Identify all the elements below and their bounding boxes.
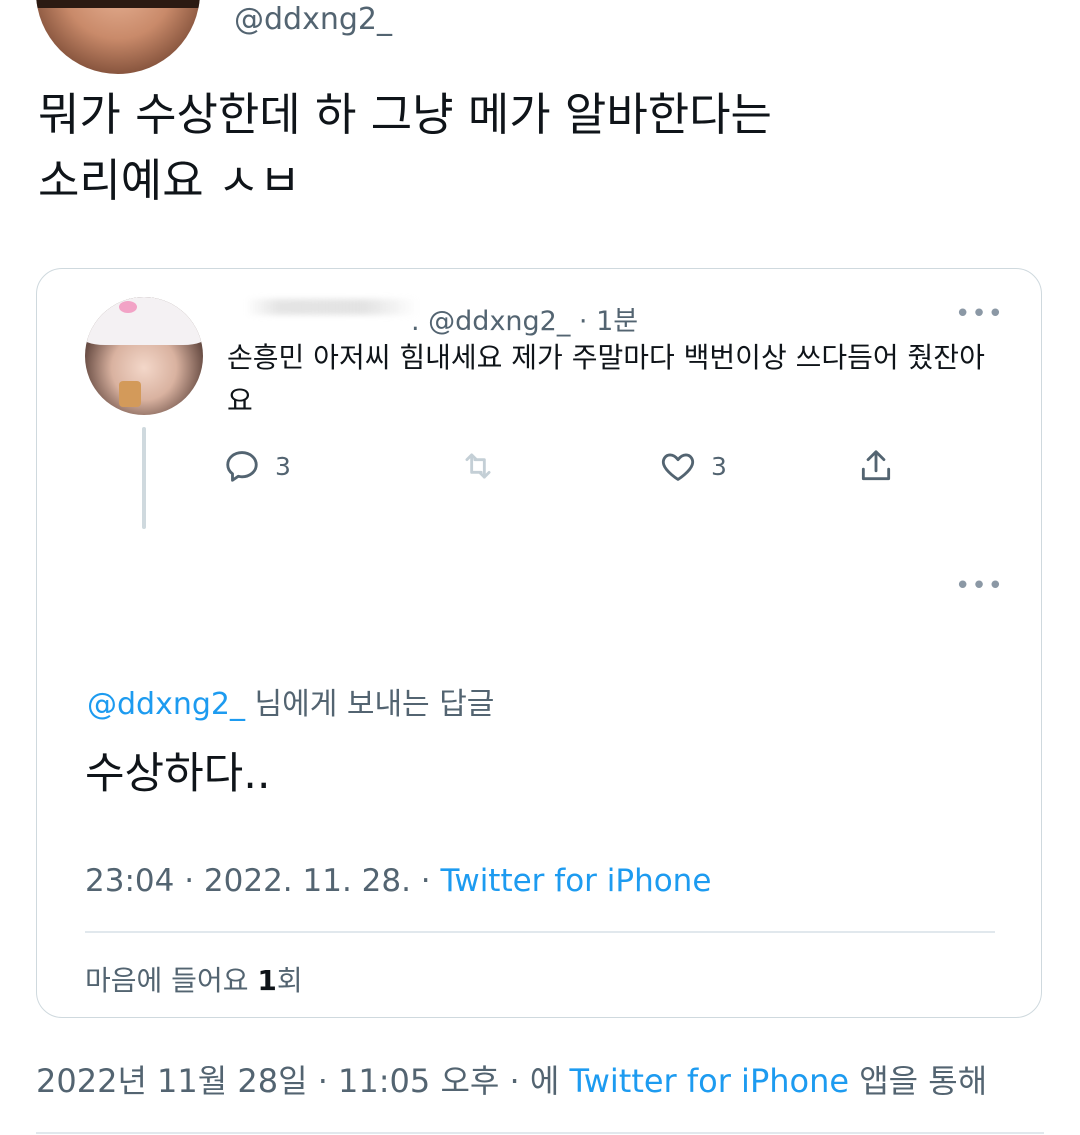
like-icon bbox=[661, 453, 695, 481]
likes-suffix: 회 bbox=[276, 964, 303, 997]
footer-suffix: 앱을 통해 bbox=[849, 1062, 988, 1100]
share-button[interactable] bbox=[857, 443, 895, 489]
divider bbox=[85, 931, 995, 933]
reply-to-suffix: 님에게 보내는 답글 bbox=[244, 687, 495, 722]
share-icon bbox=[861, 450, 891, 481]
quoted-timestamp: 23:04 · 2022. 11. 28. · Twitter for iPho… bbox=[85, 863, 711, 899]
quoted-author-avatar[interactable] bbox=[85, 297, 203, 415]
replying-to: @ddxng2_ 님에게 보내는 답글 bbox=[87, 679, 494, 723]
reply-button[interactable]: 3 bbox=[223, 443, 291, 489]
retweet-icon bbox=[465, 453, 491, 479]
divider bbox=[36, 1132, 1044, 1134]
reply-icon bbox=[226, 451, 258, 482]
author-handle[interactable]: @ddxng2_ bbox=[234, 2, 392, 37]
author-avatar[interactable] bbox=[36, 0, 200, 74]
reply-count: 3 bbox=[275, 451, 291, 481]
quoted-tweet-text: 손흥민 아저씨 힘내세요 제가 주말마다 백번이상 쓰다듬어 줬잔아요 bbox=[227, 341, 985, 417]
embedded-tweet-screenshot[interactable]: . @ddxng2_ · 1분 ••• 손흥민 아저씨 힘내세요 제가 주말마다… bbox=[36, 268, 1042, 1018]
avatar-snack bbox=[119, 381, 141, 407]
tweet-date: 2022년 11월 28일 · 11:05 오후 · 에 bbox=[36, 1062, 570, 1100]
quoted-meta: . @ddxng2_ · 1분 bbox=[411, 306, 639, 337]
retweet-button[interactable] bbox=[459, 443, 497, 489]
tweet-timestamp: 2022년 11월 28일 · 11:05 오후 · 에 Twitter for… bbox=[36, 1056, 987, 1102]
likes-prefix: 마음에 들어요 bbox=[85, 964, 258, 997]
reply-mention-link[interactable]: @ddxng2_ bbox=[87, 687, 245, 722]
blurred-display-name bbox=[245, 299, 417, 315]
like-count: 3 bbox=[711, 451, 727, 481]
thread-line bbox=[142, 427, 146, 529]
more-icon[interactable]: ••• bbox=[955, 571, 1004, 601]
likes-count-row[interactable]: 마음에 들어요 1회 bbox=[85, 959, 303, 999]
reply-text: 수상하다.. bbox=[85, 749, 271, 799]
quoted-source-link[interactable]: Twitter for iPhone bbox=[441, 863, 712, 899]
source-link[interactable]: Twitter for iPhone bbox=[569, 1062, 849, 1100]
quoted-time: 23:04 · 2022. 11. 28. · bbox=[85, 863, 441, 899]
more-icon[interactable]: ••• bbox=[955, 299, 1004, 329]
like-button[interactable]: 3 bbox=[659, 443, 727, 489]
likes-number: 1 bbox=[257, 964, 277, 997]
avatar-bow bbox=[119, 301, 137, 313]
avatar-hair bbox=[36, 0, 200, 9]
tweet-text: 뭐가 수상한데 하 그냥 메가 알바한다는 소리예요 ㅅㅂ bbox=[38, 88, 772, 207]
avatar-hat bbox=[85, 297, 203, 345]
